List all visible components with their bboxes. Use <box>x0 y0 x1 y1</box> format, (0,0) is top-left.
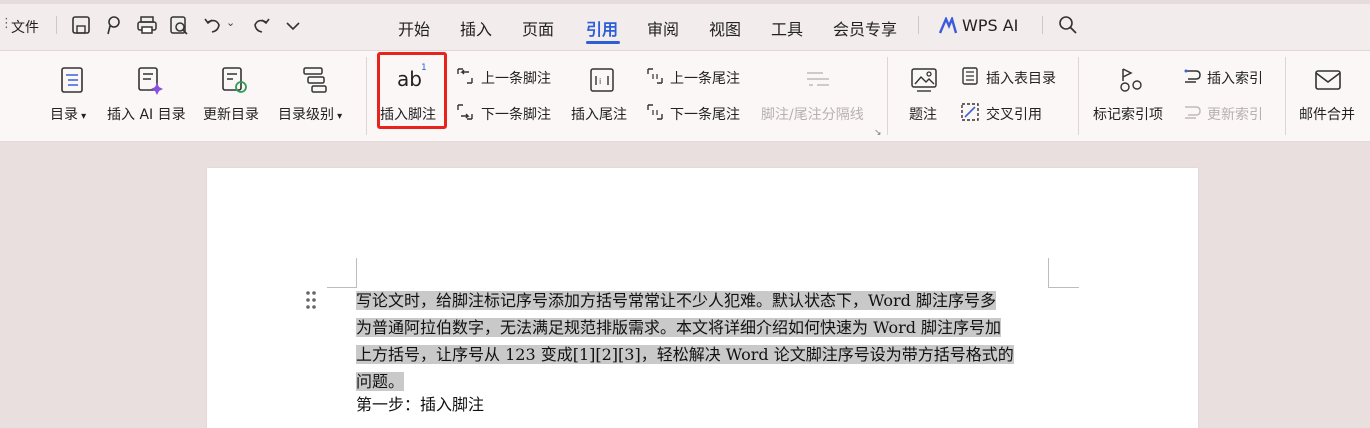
tab-page[interactable]: 页面 <box>522 16 554 40</box>
insert-table-toc-button[interactable]: 插入表目录 <box>986 68 1056 88</box>
toc-level-dropdown-icon: ▾ <box>334 111 343 122</box>
cross-reference-button[interactable]: 交叉引用 <box>986 104 1042 124</box>
tab-view[interactable]: 视图 <box>709 16 741 40</box>
prev-endnote-button[interactable]: 上一条尾注 <box>670 68 740 88</box>
group-divider <box>1285 57 1286 135</box>
tab-wps-ai[interactable]: WPS AI <box>962 16 1018 35</box>
next-endnote-icon <box>647 104 663 120</box>
svg-text:i: i <box>599 77 601 86</box>
toc-dropdown-icon: ▾ <box>78 111 87 122</box>
tab-member[interactable]: 会员专享 <box>833 16 897 40</box>
group-divider <box>1078 57 1079 135</box>
more-chevron-icon[interactable] <box>282 14 304 36</box>
prev-footnote-icon <box>457 68 473 84</box>
search-icon[interactable] <box>1057 14 1079 36</box>
dialog-launcher-icon[interactable]: ↘ <box>874 128 882 138</box>
redo-icon[interactable] <box>250 14 272 36</box>
save-icon[interactable] <box>70 14 92 36</box>
margin-mark <box>327 287 356 288</box>
paragraph-line: 为普通阿拉伯数字，无法满足规范排版需求。本文将详细介绍如何快速为 Word 脚注… <box>356 318 1002 337</box>
mail-merge-button[interactable]: 邮件合并 <box>1299 104 1355 124</box>
insert-endnote-button[interactable]: 插入尾注 <box>571 104 627 124</box>
window-tab-strip <box>0 0 1370 4</box>
undo-dropdown-icon[interactable]: ⌄ <box>226 16 235 29</box>
cross-reference-icon <box>961 103 979 121</box>
toc-icon <box>61 67 83 93</box>
divider <box>918 16 919 34</box>
tab-references[interactable]: 引用 <box>586 16 618 40</box>
margin-mark <box>356 258 357 288</box>
toc-level-icon <box>303 67 327 93</box>
update-index-icon <box>1185 106 1201 119</box>
toc-level-button[interactable]: 目录级别 ▾ <box>278 104 342 124</box>
caption-button[interactable]: 题注 <box>909 104 937 124</box>
highlight-box <box>377 52 447 129</box>
tab-insert[interactable]: 插入 <box>460 16 492 40</box>
divider <box>56 16 57 34</box>
table-toc-icon <box>962 67 978 85</box>
group-divider <box>366 57 367 135</box>
next-footnote-button[interactable]: 下一条脚注 <box>481 104 551 124</box>
caption-icon <box>911 68 937 92</box>
output-icon[interactable] <box>103 14 125 36</box>
tab-home[interactable]: 开始 <box>398 16 430 40</box>
next-footnote-icon <box>457 104 473 120</box>
title-bar: ⋮ 文件 ⌄ 开始 插入 页面 引用 审阅 视图 工具 会员专享 WPS AI <box>0 0 1370 51</box>
group-divider <box>887 57 888 135</box>
note-separator-icon <box>807 72 829 86</box>
tab-tools[interactable]: 工具 <box>771 16 803 40</box>
divider <box>1042 16 1043 34</box>
toc-button[interactable]: 目录 ▾ <box>50 104 86 124</box>
note-separator-button[interactable]: 脚注/尾注分隔线 <box>761 104 864 124</box>
paragraph-line: 问题。 <box>356 372 405 391</box>
wps-ai-logo-icon <box>938 17 958 34</box>
paragraph-line: 上方括号，让序号从 123 变成[1][2][3]，轻松解决 Word 论文脚注… <box>356 345 1014 364</box>
ribbon: 目录 ▾ 插入 AI 目录 更新目录 目录级别 ▾ ab 1 插入脚注 上一条脚… <box>0 51 1370 142</box>
paragraph-line: 写论文时，给脚注标记序号添加方括号常常让不少人犯难。默认状态下，Word 脚注序… <box>356 291 996 310</box>
undo-icon[interactable] <box>202 14 224 36</box>
insert-index-icon <box>1184 69 1201 83</box>
prev-footnote-button[interactable]: 上一条脚注 <box>481 68 551 88</box>
margin-mark <box>1048 258 1049 288</box>
tab-review[interactable]: 审阅 <box>647 16 679 40</box>
insert-ai-toc-button[interactable]: 插入 AI 目录 <box>107 104 186 124</box>
update-toc-button[interactable]: 更新目录 <box>203 104 259 124</box>
mail-icon <box>1315 70 1341 90</box>
active-tab-indicator <box>586 41 620 44</box>
toc-level-label: 目录级别 <box>278 107 334 123</box>
step-heading[interactable]: 第一步：插入脚注 <box>356 391 484 415</box>
prev-endnote-icon <box>647 68 663 84</box>
margin-mark <box>1049 287 1079 288</box>
update-index-button[interactable]: 更新索引 <box>1207 104 1263 124</box>
drag-handle-icon[interactable] <box>305 290 317 310</box>
update-toc-icon <box>222 67 247 93</box>
mark-index-icon <box>1120 68 1142 92</box>
print-preview-icon[interactable] <box>168 14 190 36</box>
selected-paragraph[interactable]: 写论文时，给脚注标记序号添加方括号常常让不少人犯难。默认状态下，Word 脚注序… <box>356 287 1050 395</box>
file-menu[interactable]: 文件 <box>11 17 39 37</box>
insert-index-button[interactable]: 插入索引 <box>1207 68 1263 88</box>
toc-label: 目录 <box>50 107 78 123</box>
print-icon[interactable] <box>136 14 158 36</box>
insert-endnote-icon: i <box>590 68 614 92</box>
next-endnote-button[interactable]: 下一条尾注 <box>670 104 740 124</box>
ai-toc-icon <box>138 67 163 95</box>
mark-index-button[interactable]: 标记索引项 <box>1093 104 1163 124</box>
